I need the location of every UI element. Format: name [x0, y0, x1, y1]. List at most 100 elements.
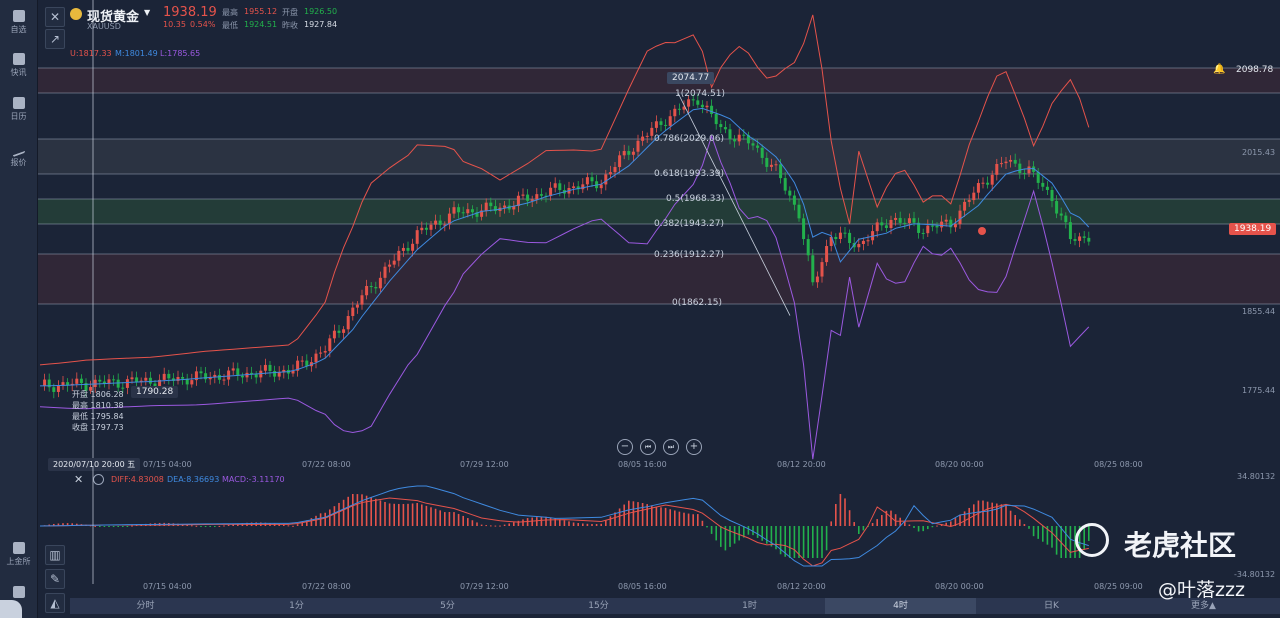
- macd-histogram-bar: [968, 507, 970, 526]
- sidebar-item-calendar[interactable]: 日历: [0, 97, 37, 122]
- macd-histogram-bar: [1014, 515, 1016, 526]
- bell-icon[interactable]: 🔔: [1213, 64, 1225, 75]
- macd-histogram-bar: [963, 511, 966, 526]
- candle-body: [461, 212, 465, 214]
- scroll-start-button[interactable]: ⏮: [640, 439, 656, 455]
- candle-body: [788, 190, 792, 196]
- sidebar-item-quotes[interactable]: 报价: [0, 138, 37, 168]
- macd-histogram-bar: [365, 495, 368, 526]
- macd-histogram-bar: [876, 519, 878, 526]
- macd-histogram-bar: [122, 526, 124, 527]
- macd-histogram-bar: [632, 501, 635, 526]
- zoom-in-button[interactable]: +: [686, 439, 702, 455]
- macd-histogram-bar: [315, 515, 317, 526]
- candle-body: [659, 121, 663, 125]
- macd-histogram-bar: [508, 523, 510, 526]
- candle-body: [811, 255, 815, 283]
- macd-histogram-bar: [131, 525, 133, 527]
- macd-histogram-bar: [471, 520, 474, 526]
- macd-histogram-bar: [448, 512, 451, 526]
- macd-histogram-bar: [416, 503, 418, 526]
- macd-histogram-bar: [830, 521, 832, 526]
- fib-label-0: 0(1862.15): [672, 298, 722, 308]
- macd-histogram-bar: [563, 520, 566, 526]
- candle-body: [889, 219, 893, 229]
- candle-body: [79, 378, 83, 384]
- zoom-out-button[interactable]: −: [617, 439, 633, 455]
- sidebar-item-watchlist[interactable]: 自选: [0, 10, 37, 35]
- sidebar-item-label: 上金所: [6, 557, 31, 566]
- candle-body: [806, 239, 810, 256]
- candle-body: [1022, 173, 1026, 175]
- sidebar-item-label: 自选: [10, 25, 27, 34]
- fib-label-0382: 0.382(1943.27): [654, 219, 725, 229]
- candle-body: [1041, 182, 1045, 187]
- macd-histogram-bar: [545, 516, 547, 526]
- macd-histogram-bar: [352, 494, 354, 526]
- tab-timeframe-1h[interactable]: 1时: [674, 598, 825, 614]
- candle-body: [424, 227, 428, 230]
- tab-timeframe-5m[interactable]: 5分: [372, 598, 523, 614]
- bookmark-icon: [12, 10, 25, 22]
- tab-timeframe-1m[interactable]: 1分: [221, 598, 372, 614]
- area-tool-button[interactable]: ◭: [45, 593, 65, 613]
- sidebar-item-wallet[interactable]: [0, 586, 37, 600]
- candle-body: [231, 368, 235, 371]
- tab-timeframe-15m[interactable]: 15分: [523, 598, 674, 614]
- macd-histogram-bar: [384, 501, 386, 526]
- candle-body: [981, 182, 985, 184]
- scroll-end-button[interactable]: ⏭: [663, 439, 679, 455]
- macd-histogram-bar: [503, 524, 506, 526]
- candle-body: [98, 379, 102, 382]
- candle-body: [673, 108, 677, 117]
- candle-body: [976, 183, 980, 193]
- macd-histogram-bar: [848, 510, 851, 526]
- tab-timeframe-tick[interactable]: 分时: [70, 598, 221, 614]
- sidebar-item-news[interactable]: 快讯: [0, 53, 37, 78]
- news-icon: [12, 53, 25, 65]
- candle-body: [190, 380, 194, 385]
- x-axis-label: 08/20 00:00: [935, 582, 984, 591]
- peak-price-tag: 2074.77: [667, 72, 715, 84]
- macd-histogram-bar: [329, 509, 331, 526]
- candle-body: [397, 250, 401, 261]
- macd-histogram-bar: [669, 509, 671, 526]
- macd-histogram-bar: [609, 516, 612, 526]
- ohlc-close: 收盘 1797.73: [72, 423, 124, 432]
- tab-timeframe-4h[interactable]: 4时: [825, 598, 976, 614]
- candle-body: [751, 143, 755, 146]
- ohlc-high: 最高 1810.38: [72, 401, 124, 410]
- wallet-icon: [12, 586, 25, 598]
- alert-price: 2098.78: [1236, 65, 1274, 75]
- macd-histogram-bar: [338, 502, 340, 526]
- macd-histogram-bar: [950, 521, 952, 526]
- avatar[interactable]: [0, 600, 22, 618]
- macd-histogram-bar: [881, 515, 883, 526]
- macd-histogram-bar: [531, 517, 533, 526]
- candle-body: [369, 285, 373, 288]
- candle-body: [181, 376, 185, 379]
- tab-timeframe-day[interactable]: 日K: [976, 598, 1127, 614]
- candle-body: [728, 129, 732, 139]
- candle-body: [392, 260, 396, 265]
- fib-label-0236: 0.236(1912.27): [654, 250, 725, 260]
- left-sidebar: 自选 快讯 日历 报价 上金所: [0, 0, 38, 618]
- candle-body: [411, 243, 415, 251]
- candle-body: [820, 262, 824, 277]
- macd-histogram-bar: [687, 513, 690, 526]
- fib-label-1: 1(2074.51): [675, 89, 725, 99]
- macd-histogram-bar: [572, 522, 575, 526]
- candle-body: [756, 145, 760, 148]
- price-axis-label: 1855.44: [1242, 307, 1276, 316]
- candlestick-chart[interactable]: [38, 0, 1280, 465]
- candle-body: [572, 186, 576, 188]
- sidebar-item-sge[interactable]: 上金所: [0, 542, 37, 567]
- candle-body: [346, 316, 350, 330]
- candle-body: [848, 232, 852, 243]
- ohlc-open: 开盘 1806.28: [72, 390, 124, 399]
- candle-body: [539, 194, 543, 196]
- macd-histogram-bar: [917, 526, 920, 532]
- candle-body: [636, 140, 640, 152]
- macd-histogram-bar: [683, 512, 685, 526]
- candle-body: [921, 232, 925, 234]
